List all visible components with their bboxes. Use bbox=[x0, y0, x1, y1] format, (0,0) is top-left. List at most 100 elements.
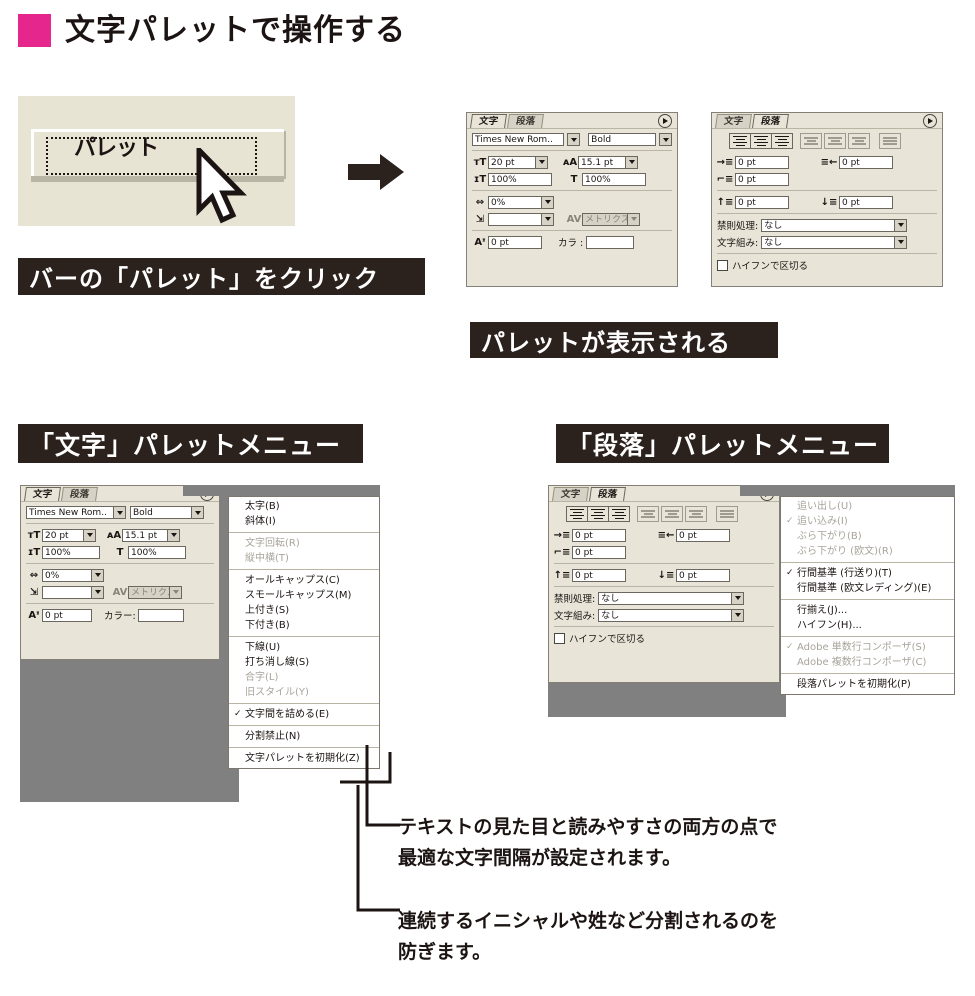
tsume-field[interactable] bbox=[42, 585, 92, 599]
tsume-dropdown-icon[interactable] bbox=[91, 585, 104, 599]
menu-item[interactable]: 段落パレットを初期化(P) bbox=[781, 677, 954, 692]
palette-menu-icon[interactable] bbox=[923, 114, 937, 128]
menu-item[interactable]: ✓ 文字間を詰める(E) bbox=[229, 707, 379, 722]
tracking-dropdown-icon[interactable] bbox=[541, 195, 554, 209]
paragraph-palette-menu[interactable]: 追い出し(U) ✓ 追い込み(I) ぶら下がり(B) ぶら下がり (欧文)(R) ✓ 行間基… bbox=[780, 496, 955, 695]
menu-item[interactable]: 行揃え(J)... bbox=[781, 603, 954, 618]
vertical-scale-field[interactable]: 100% bbox=[488, 172, 552, 186]
mojikumi-field[interactable]: なし bbox=[761, 235, 896, 249]
justify-last-center-icon[interactable] bbox=[824, 133, 846, 149]
leading-dropdown-icon[interactable] bbox=[167, 528, 180, 542]
first-line-indent-field[interactable]: 0 pt bbox=[572, 545, 626, 559]
font-size-field[interactable]: 20 pt bbox=[488, 155, 536, 169]
horizontal-scale-field[interactable]: 100% bbox=[128, 545, 186, 559]
hyphenate-checkbox[interactable] bbox=[554, 632, 565, 644]
palette-menu-icon[interactable] bbox=[658, 114, 672, 128]
font-size-field[interactable]: 20 pt bbox=[42, 528, 84, 542]
tracking-field[interactable]: 0% bbox=[42, 568, 92, 582]
font-family-field[interactable]: Times New Rom.. bbox=[26, 506, 114, 519]
tab-moji[interactable]: 文字 bbox=[715, 114, 752, 128]
tracking-dropdown-icon[interactable] bbox=[91, 568, 104, 582]
tab-moji[interactable]: 文字 bbox=[24, 487, 61, 501]
right-indent-field[interactable]: 0 pt bbox=[676, 528, 730, 542]
kinsoku-dropdown-icon[interactable] bbox=[731, 591, 745, 605]
kerning-dropdown-icon[interactable] bbox=[627, 212, 640, 226]
kinsoku-field[interactable]: なし bbox=[761, 218, 896, 232]
right-indent-field[interactable]: 0 pt bbox=[839, 155, 893, 169]
horizontal-scale-field[interactable]: 100% bbox=[582, 172, 646, 186]
menu-item[interactable]: ✓ 行間基準 (行送り)(T) bbox=[781, 566, 954, 581]
character-palette[interactable]: 文字 段落 Times New Rom.. Bold ᴛT 20 pt ᴀA 1… bbox=[466, 112, 678, 287]
kerning-dropdown-icon[interactable] bbox=[169, 585, 182, 599]
menu-item[interactable]: 斜体(I) bbox=[229, 514, 379, 529]
justify-last-left-icon[interactable] bbox=[800, 133, 822, 149]
font-family-dropdown-icon[interactable] bbox=[567, 133, 581, 146]
align-left-icon[interactable] bbox=[729, 133, 751, 149]
baseline-shift-field[interactable]: 0 pt bbox=[42, 608, 92, 622]
hyphenate-checkbox[interactable] bbox=[717, 259, 728, 271]
align-center-icon[interactable] bbox=[750, 133, 772, 149]
tab-danraku[interactable]: 段落 bbox=[589, 487, 627, 501]
menu-item[interactable]: オールキャップス(C) bbox=[229, 573, 379, 588]
leading-field[interactable]: 15.1 pt bbox=[122, 528, 168, 542]
tab-danraku[interactable]: 段落 bbox=[61, 487, 99, 501]
baseline-shift-field[interactable]: 0 pt bbox=[488, 235, 542, 249]
hyphenate-row[interactable]: ハイフンで区切る bbox=[717, 258, 937, 272]
space-before-field[interactable]: 0 pt bbox=[572, 568, 626, 582]
space-after-field[interactable]: 0 pt bbox=[676, 568, 730, 582]
font-style-dropdown-icon[interactable] bbox=[191, 506, 204, 519]
kerning-field[interactable]: メトリクス bbox=[128, 585, 170, 599]
justify-last-right-icon[interactable] bbox=[685, 506, 707, 522]
vertical-scale-field[interactable]: 100% bbox=[42, 545, 100, 559]
align-center-icon[interactable] bbox=[587, 506, 609, 522]
kinsoku-field[interactable]: なし bbox=[598, 591, 733, 605]
tab-moji[interactable]: 文字 bbox=[552, 487, 589, 501]
kerning-field[interactable]: メトリクス bbox=[582, 212, 628, 226]
menu-item[interactable]: 分割禁止(N) bbox=[229, 729, 379, 744]
left-indent-field[interactable]: 0 pt bbox=[735, 155, 789, 169]
justify-last-right-icon[interactable] bbox=[848, 133, 870, 149]
menu-item[interactable]: 上付き(S) bbox=[229, 603, 379, 618]
font-style-field[interactable]: Bold bbox=[130, 506, 192, 519]
menu-item[interactable]: ハイフン(H)... bbox=[781, 618, 954, 633]
justify-all-icon[interactable] bbox=[879, 133, 901, 149]
font-family-dropdown-icon[interactable] bbox=[113, 506, 126, 519]
font-size-dropdown-icon[interactable] bbox=[83, 528, 96, 542]
mojikumi-dropdown-icon[interactable] bbox=[731, 608, 745, 622]
paragraph-palette-expanded[interactable]: 文字 段落 →≡ 0 pt ≡← 0 pt ⌐≡ 0 pt ↑≡ 0 pt ↓≡… bbox=[548, 485, 780, 683]
menu-item[interactable]: 打ち消し線(S) bbox=[229, 655, 379, 670]
align-right-icon[interactable] bbox=[608, 506, 630, 522]
tsume-dropdown-icon[interactable] bbox=[541, 212, 554, 226]
tsume-field[interactable] bbox=[488, 212, 542, 226]
menu-item[interactable]: 行間基準 (欧文レディング)(E) bbox=[781, 581, 954, 596]
font-style-field[interactable]: Bold bbox=[588, 133, 657, 146]
justify-all-icon[interactable] bbox=[716, 506, 738, 522]
tracking-field[interactable]: 0% bbox=[488, 195, 542, 209]
space-before-field[interactable]: 0 pt bbox=[735, 195, 789, 209]
menu-item[interactable]: 太字(B) bbox=[229, 499, 379, 514]
justify-last-center-icon[interactable] bbox=[661, 506, 683, 522]
hyphenate-row[interactable]: ハイフンで区切る bbox=[554, 631, 774, 645]
first-line-indent-field[interactable]: 0 pt bbox=[735, 172, 789, 186]
font-family-field[interactable]: Times New Rom.. bbox=[472, 133, 565, 146]
character-palette-expanded[interactable]: 文字 段落 Times New Rom.. Bold ᴛT 20 pt ᴀA 1… bbox=[20, 485, 220, 660]
tab-danraku[interactable]: 段落 bbox=[752, 114, 790, 128]
tab-moji[interactable]: 文字 bbox=[470, 114, 507, 128]
space-after-field[interactable]: 0 pt bbox=[839, 195, 893, 209]
character-palette-menu[interactable]: 太字(B) 斜体(I) 文字回転(R) 縦中横(T) オールキャップス(C) スモールキャ… bbox=[228, 496, 380, 769]
tab-danraku[interactable]: 段落 bbox=[507, 114, 545, 128]
menu-item[interactable]: スモールキャップス(M) bbox=[229, 588, 379, 603]
mojikumi-dropdown-icon[interactable] bbox=[894, 235, 908, 249]
left-indent-field[interactable]: 0 pt bbox=[572, 528, 626, 542]
font-size-dropdown-icon[interactable] bbox=[535, 155, 548, 169]
align-left-icon[interactable] bbox=[566, 506, 588, 522]
kinsoku-dropdown-icon[interactable] bbox=[894, 218, 908, 232]
color-swatch[interactable] bbox=[137, 608, 184, 622]
align-right-icon[interactable] bbox=[771, 133, 793, 149]
justify-last-left-icon[interactable] bbox=[637, 506, 659, 522]
menu-item[interactable]: 下線(U) bbox=[229, 640, 379, 655]
font-style-dropdown-icon[interactable] bbox=[659, 133, 672, 146]
mojikumi-field[interactable]: なし bbox=[598, 608, 733, 622]
color-swatch[interactable] bbox=[586, 235, 635, 249]
leading-field[interactable]: 15.1 pt bbox=[578, 155, 626, 169]
